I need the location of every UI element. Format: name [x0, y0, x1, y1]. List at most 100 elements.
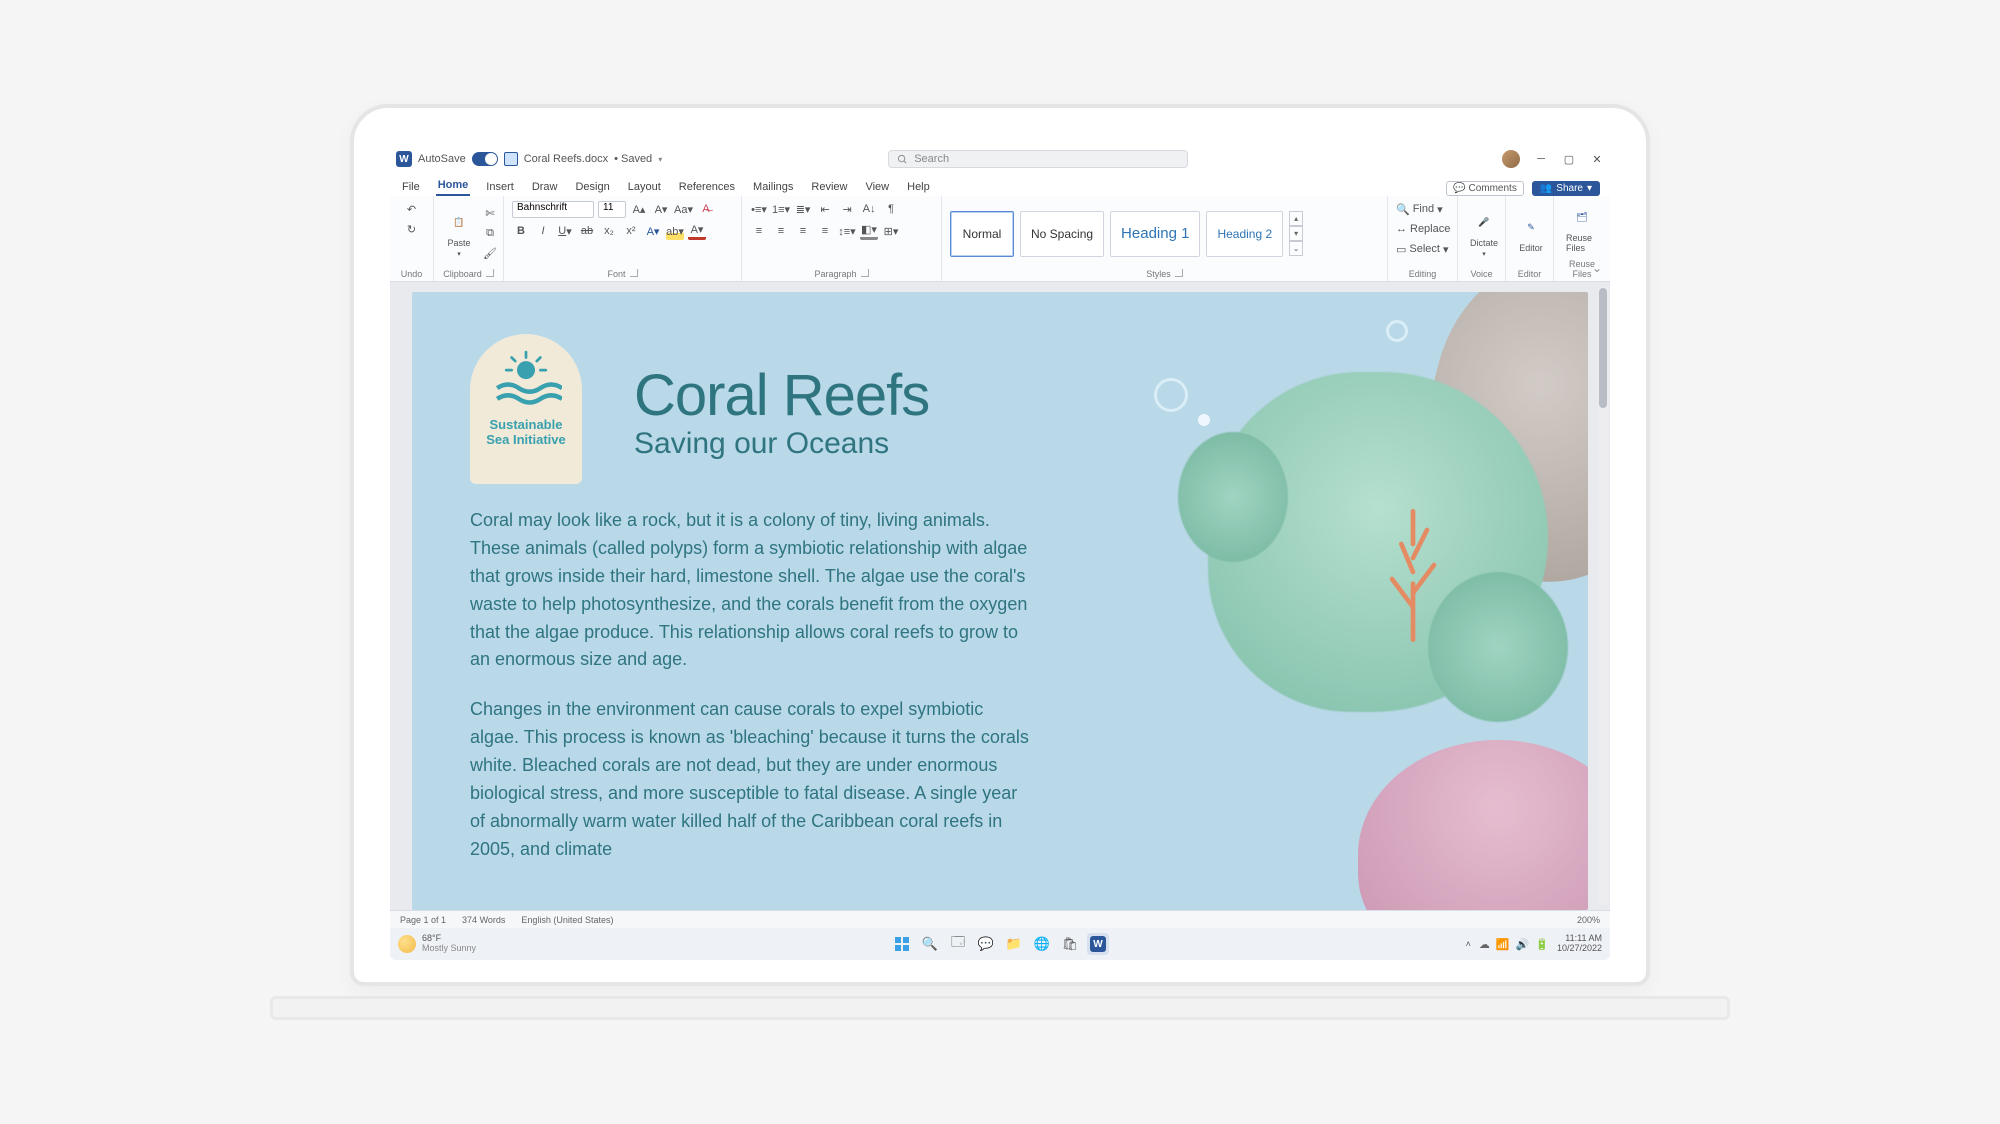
maximize-button[interactable]: ▢: [1562, 152, 1576, 166]
paragraph-dialog-launcher[interactable]: [861, 269, 869, 277]
sort-button[interactable]: A↓: [860, 200, 878, 218]
start-button[interactable]: [891, 933, 913, 955]
tab-design[interactable]: Design: [573, 181, 611, 196]
document-title[interactable]: Coral Reefs: [634, 362, 1530, 429]
style-heading-1[interactable]: Heading 1: [1110, 211, 1200, 257]
store-app-icon[interactable]: 🛍: [1059, 933, 1081, 955]
font-color-button[interactable]: A▾: [688, 222, 706, 240]
align-left-button[interactable]: ≡: [750, 222, 768, 240]
replace-button[interactable]: ↔ Replace: [1396, 220, 1450, 238]
autosave-toggle[interactable]: [472, 152, 498, 166]
change-case-button[interactable]: Aa▾: [674, 200, 693, 218]
tab-mailings[interactable]: Mailings: [751, 181, 795, 196]
superscript-button[interactable]: x²: [622, 222, 640, 240]
reuse-files-button[interactable]: 🗂Reuse Files: [1562, 203, 1602, 255]
align-center-button[interactable]: ≡: [772, 222, 790, 240]
numbering-button[interactable]: 1≡▾: [772, 200, 790, 218]
bullets-button[interactable]: •≡▾: [750, 200, 768, 218]
align-right-button[interactable]: ≡: [794, 222, 812, 240]
document-body[interactable]: Coral may look like a rock, but it is a …: [470, 507, 1030, 864]
bold-button[interactable]: B: [512, 222, 530, 240]
zoom-level[interactable]: 200%: [1577, 915, 1600, 925]
find-button[interactable]: 🔍 Find ▾: [1396, 200, 1443, 218]
increase-indent-button[interactable]: ⇥: [838, 200, 856, 218]
italic-button[interactable]: I: [534, 222, 552, 240]
comments-button[interactable]: 💬 Comments: [1446, 181, 1524, 196]
word-taskbar-icon[interactable]: W: [1087, 933, 1109, 955]
tab-help[interactable]: Help: [905, 181, 932, 196]
style-normal[interactable]: Normal: [950, 211, 1014, 257]
tray-chevron-icon[interactable]: ˄: [1466, 939, 1471, 949]
tab-draw[interactable]: Draw: [530, 181, 560, 196]
gallery-more-button[interactable]: ⌄: [1289, 241, 1303, 256]
taskbar-search-button[interactable]: 🔍: [919, 933, 941, 955]
word-count[interactable]: 374 Words: [462, 915, 505, 925]
search-icon: [897, 154, 908, 165]
task-view-button[interactable]: 🗔: [947, 933, 969, 955]
document-page[interactable]: SustainableSea Initiative Coral Reefs Sa…: [412, 292, 1588, 910]
language-indicator[interactable]: English (United States): [521, 915, 613, 925]
search-box[interactable]: Search: [888, 150, 1188, 168]
borders-button[interactable]: ⊞▾: [882, 222, 900, 240]
highlight-button[interactable]: ab▾: [666, 222, 684, 240]
clipboard-dialog-launcher[interactable]: [486, 269, 494, 277]
gallery-down-button[interactable]: ▾: [1289, 226, 1303, 241]
font-size-select[interactable]: 11: [598, 201, 626, 218]
onedrive-tray-icon[interactable]: ☁: [1479, 938, 1490, 951]
saved-dropdown-icon[interactable]: ▾: [658, 155, 662, 164]
decrease-indent-button[interactable]: ⇤: [816, 200, 834, 218]
clear-formatting-button[interactable]: A̶: [697, 200, 715, 218]
font-name-select[interactable]: Bahnschrift: [512, 201, 594, 218]
page-indicator[interactable]: Page 1 of 1: [400, 915, 446, 925]
format-painter-button[interactable]: 🖌: [481, 245, 499, 263]
battery-tray-icon[interactable]: 🔋: [1535, 938, 1549, 951]
line-spacing-button[interactable]: ↕≡▾: [838, 222, 856, 240]
copy-button[interactable]: ⧉: [481, 225, 499, 243]
tab-view[interactable]: View: [863, 181, 891, 196]
edge-app-icon[interactable]: 🌐: [1031, 933, 1053, 955]
wifi-tray-icon[interactable]: 📶: [1496, 938, 1510, 951]
gallery-up-button[interactable]: ▴: [1289, 211, 1303, 226]
close-button[interactable]: ✕: [1590, 152, 1604, 166]
vertical-scrollbar[interactable]: [1598, 286, 1608, 906]
editor-button[interactable]: ✎Editor: [1514, 213, 1548, 255]
user-avatar[interactable]: [1502, 150, 1520, 168]
styles-dialog-launcher[interactable]: [1175, 269, 1183, 277]
cut-button[interactable]: ✄: [481, 205, 499, 223]
tab-home[interactable]: Home: [436, 179, 471, 196]
dictate-button[interactable]: 🎤Dictate▾: [1466, 208, 1502, 260]
paste-button[interactable]: 📋 Paste ▾: [442, 208, 476, 260]
grow-font-button[interactable]: A▴: [630, 200, 648, 218]
weather-widget[interactable]: 68°F Mostly Sunny: [398, 934, 476, 954]
document-subtitle[interactable]: Saving our Oceans: [634, 427, 1530, 461]
system-clock[interactable]: 11:11 AM 10/27/2022: [1557, 934, 1602, 954]
tab-insert[interactable]: Insert: [484, 181, 516, 196]
tab-layout[interactable]: Layout: [626, 181, 663, 196]
style-no-spacing[interactable]: No Spacing: [1020, 211, 1104, 257]
style-heading-2[interactable]: Heading 2: [1206, 211, 1283, 257]
document-canvas[interactable]: SustainableSea Initiative Coral Reefs Sa…: [390, 282, 1610, 910]
shrink-font-button[interactable]: A▾: [652, 200, 670, 218]
minimize-button[interactable]: ─: [1534, 152, 1548, 166]
tab-file[interactable]: File: [400, 181, 422, 196]
text-effects-button[interactable]: A▾: [644, 222, 662, 240]
collapse-ribbon-button[interactable]: ⌄: [1592, 261, 1602, 275]
strikethrough-button[interactable]: ab: [578, 222, 596, 240]
show-marks-button[interactable]: ¶: [882, 200, 900, 218]
multilevel-list-button[interactable]: ≣▾: [794, 200, 812, 218]
shading-button[interactable]: ◧▾: [860, 222, 878, 240]
volume-tray-icon[interactable]: 🔊: [1516, 938, 1530, 951]
share-button[interactable]: 👥 Share ▾: [1532, 181, 1600, 196]
redo-button[interactable]: ↻: [403, 220, 421, 238]
chat-app-icon[interactable]: 💬: [975, 933, 997, 955]
underline-button[interactable]: U▾: [556, 222, 574, 240]
select-button[interactable]: ▭ Select ▾: [1396, 240, 1449, 258]
saved-indicator[interactable]: • Saved: [614, 153, 652, 165]
tab-review[interactable]: Review: [809, 181, 849, 196]
undo-button[interactable]: ↶: [403, 200, 421, 218]
file-explorer-icon[interactable]: 📁: [1003, 933, 1025, 955]
font-dialog-launcher[interactable]: [630, 269, 638, 277]
justify-button[interactable]: ≡: [816, 222, 834, 240]
tab-references[interactable]: References: [677, 181, 737, 196]
subscript-button[interactable]: x₂: [600, 222, 618, 240]
